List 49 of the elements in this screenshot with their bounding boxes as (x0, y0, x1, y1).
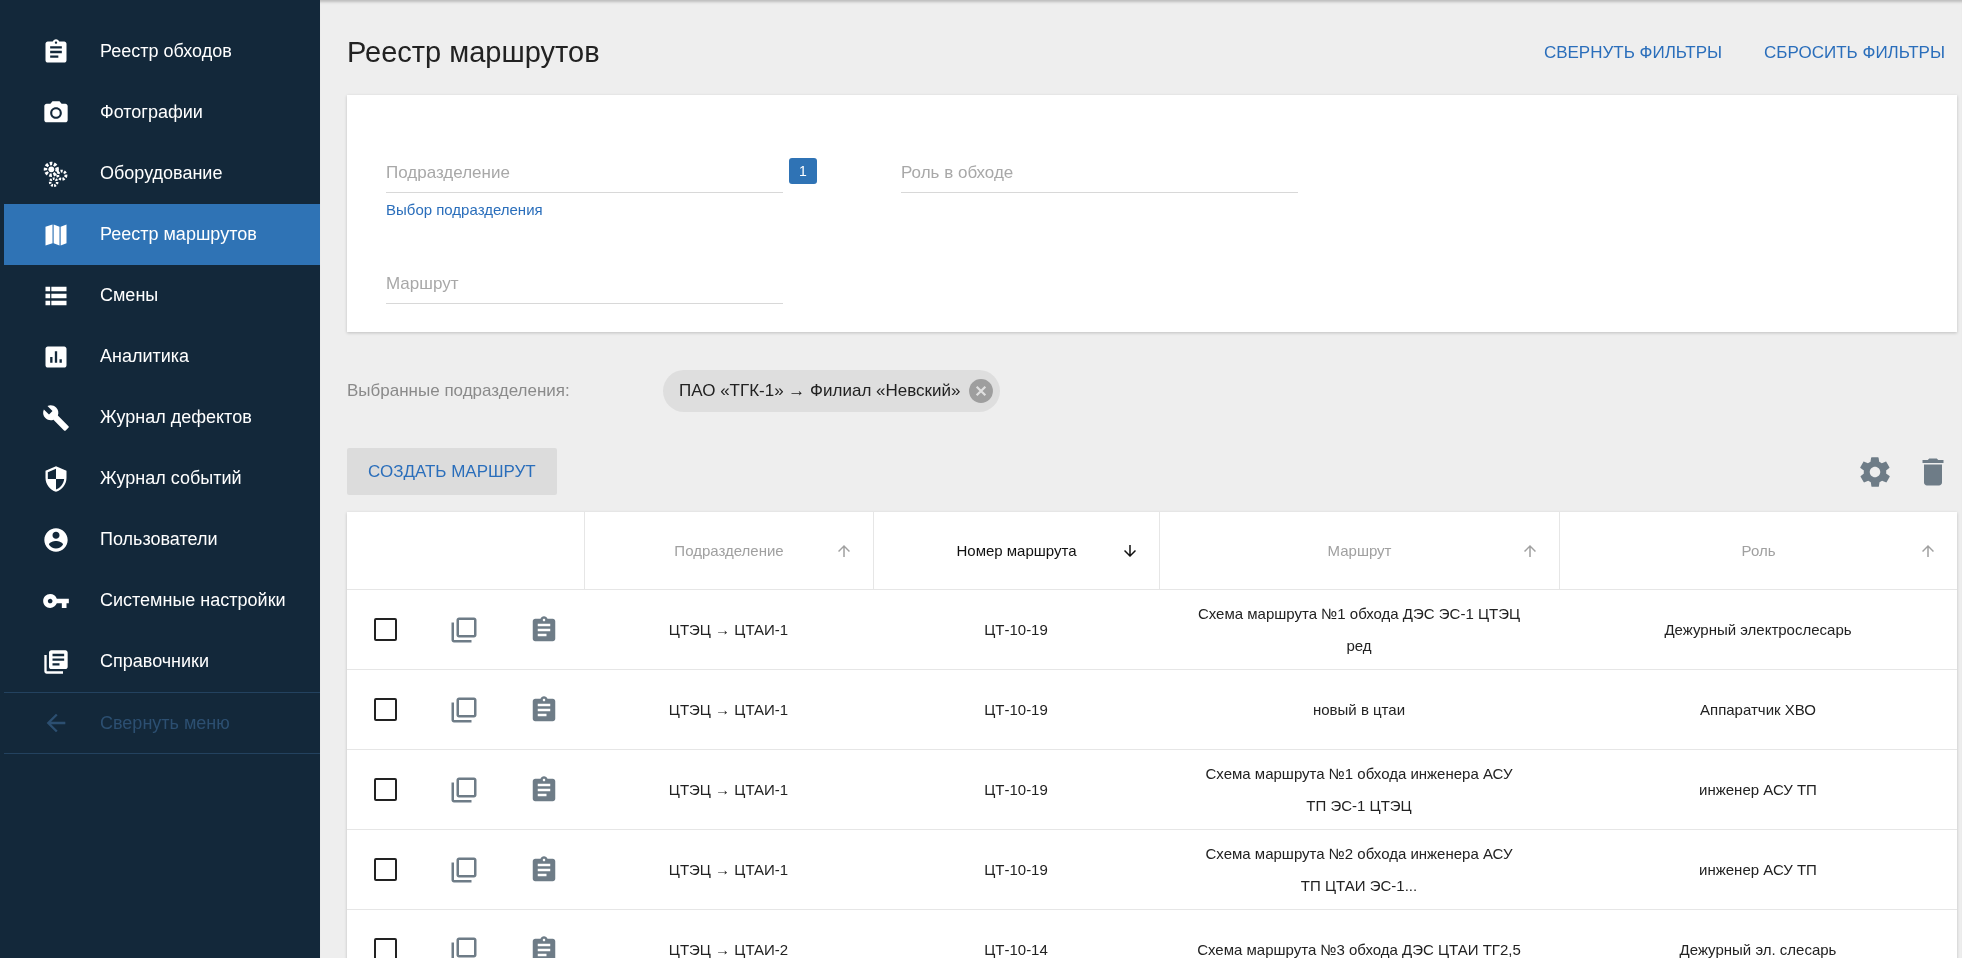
table-cell-text: инженер АСУ ТП (1699, 779, 1817, 800)
table-cell-text: Схема маршрута №1 обхода ДЭС ЭС-1 ЦТЭЦ ред (1196, 603, 1522, 656)
table-cell-text: ЦТЭЦ → ЦТАИ-1 (668, 699, 789, 720)
row-checkbox[interactable] (374, 938, 397, 958)
gears-icon (42, 159, 70, 188)
table-cell-text: инженер АСУ ТП (1699, 859, 1817, 880)
filter-action-button[interactable]: СВЕРНУТЬ ФИЛЬТРЫ (1543, 42, 1723, 63)
table-cell-text: Дежурный электрослесарь (1664, 619, 1852, 640)
sidebar-item[interactable]: Системные настройки (4, 570, 320, 631)
sidebar-item[interactable]: Смены (4, 265, 320, 326)
table-cell-text: ЦТЭЦ → ЦТАИ-1 (668, 779, 789, 800)
selected-label: Выбранные подразделения: (347, 381, 571, 401)
sidebar-item[interactable]: Оборудование (4, 143, 320, 204)
sidebar-item[interactable]: Журнал событий (4, 448, 320, 509)
wrench-icon (42, 403, 70, 432)
sidebar-item[interactable]: Журнал дефектов (4, 387, 320, 448)
table-cell-text: ЦТ-10-19 (984, 859, 1048, 880)
table-cell-text: ЦТ-10-19 (984, 779, 1048, 800)
sidebar-item[interactable]: Реестр маршрутов (4, 204, 320, 265)
count-badge: 1 (789, 157, 817, 184)
table-cell-text: ЦТЭЦ → ЦТАИ-2 (668, 939, 789, 958)
table-cell-text: Аппаратчик ХВО (1700, 699, 1816, 720)
sidebar-item[interactable]: Фотографии (4, 82, 320, 143)
sidebar-item[interactable]: Реестр обходов (4, 21, 320, 82)
user-icon (42, 525, 70, 554)
row-checkbox[interactable] (374, 698, 397, 721)
filter-action-button[interactable]: СБРОСИТЬ ФИЛЬТРЫ (1764, 42, 1945, 63)
page-title: Реестр маршрутов (347, 36, 600, 69)
create-route-button[interactable]: СОЗДАТЬ МАРШРУТ (347, 448, 557, 495)
row-checkbox[interactable] (374, 618, 397, 641)
sidebar-item[interactable]: Справочники (4, 631, 320, 692)
sidebar-item[interactable]: Аналитика (4, 326, 320, 387)
table-cell-text: Схема маршрута №1 обхода инженера АСУ ТП ЭС-1 ЦТЭЦ (1204, 763, 1514, 816)
select-link[interactable]: Выбор подразделения (386, 201, 543, 218)
row-checkbox[interactable] (374, 858, 397, 881)
chip-label: ПАО «ТГК-1» → Филиал «Невский» (679, 381, 961, 401)
table-cell-text: ЦТЭЦ → ЦТАИ-1 (668, 619, 789, 640)
table-cell-text: новый в цтаи (1312, 699, 1406, 720)
table-cell-text: ЦТЭЦ → ЦТАИ-1 (668, 859, 789, 880)
table-cell-text: Схема маршрута №2 обхода инженера АСУ ТП ЦТАИ ЭС-1... (1204, 843, 1514, 896)
sidebar-item[interactable]: Пользователи (4, 509, 320, 570)
table-cell-text: Схема маршрута №3 обхода ДЭС ЦТАИ ТГ2,5 (1197, 939, 1521, 958)
table-cell-text: Дежурный эл. слесарь (1679, 939, 1837, 958)
column-header[interactable]: Номер маршрута (873, 512, 1159, 589)
library-icon (42, 647, 70, 676)
table-cell-text: ЦТ-10-19 (984, 619, 1048, 640)
table-cell-text: ЦТ-10-19 (984, 699, 1048, 720)
row-checkbox[interactable] (374, 778, 397, 801)
table-cell-text: ЦТ-10-14 (984, 939, 1048, 958)
